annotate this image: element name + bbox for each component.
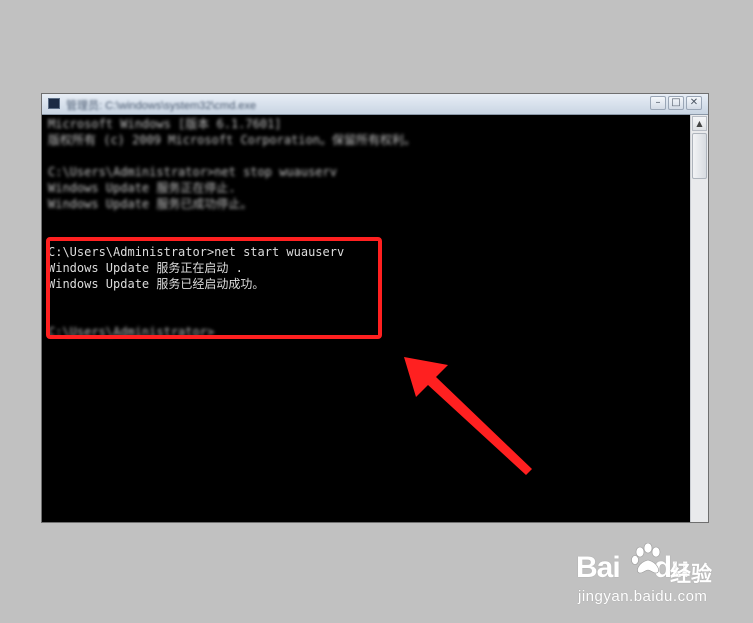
vertical-scrollbar[interactable]: ▲ <box>690 115 708 522</box>
watermark-cn-text: 经验 <box>670 562 712 586</box>
screenshot-page: 管理员: C:\windows\system32\cmd.exe – □ ✕ M… <box>0 0 753 623</box>
console-line-copyright: 版权所有 (c) 2009 Microsoft Corporation。保留所有… <box>48 133 416 147</box>
baidu-jingyan-watermark: Bai du 经验 jingyan.baidu.com <box>576 543 721 608</box>
console-line-stop-command: C:\Users\Administrator>net stop wuauserv <box>48 165 337 179</box>
watermark-url: jingyan.baidu.com <box>578 588 708 605</box>
maximize-button[interactable]: □ <box>668 96 684 110</box>
red-highlight-box <box>46 237 382 339</box>
window-title: 管理员: C:\windows\system32\cmd.exe <box>66 100 257 112</box>
paw-icon <box>631 543 661 574</box>
cmd-app-icon <box>48 98 60 109</box>
title-bar[interactable]: 管理员: C:\windows\system32\cmd.exe – □ ✕ <box>42 94 708 115</box>
console-line-stopping: Windows Update 服务正在停止. <box>48 181 236 195</box>
console-line-version: Microsoft Windows [版本 6.1.7601] <box>48 117 282 131</box>
scroll-up-arrow-icon[interactable]: ▲ <box>692 116 707 131</box>
console-line-spacer <box>48 212 684 228</box>
scroll-thumb[interactable] <box>692 133 707 179</box>
close-button[interactable]: ✕ <box>686 96 702 110</box>
window-controls: – □ ✕ <box>650 96 702 110</box>
console-line-stopped: Windows Update 服务已成功停止。 <box>48 197 253 211</box>
minimize-button[interactable]: – <box>650 96 666 110</box>
red-pointer-arrow-icon <box>404 357 532 475</box>
